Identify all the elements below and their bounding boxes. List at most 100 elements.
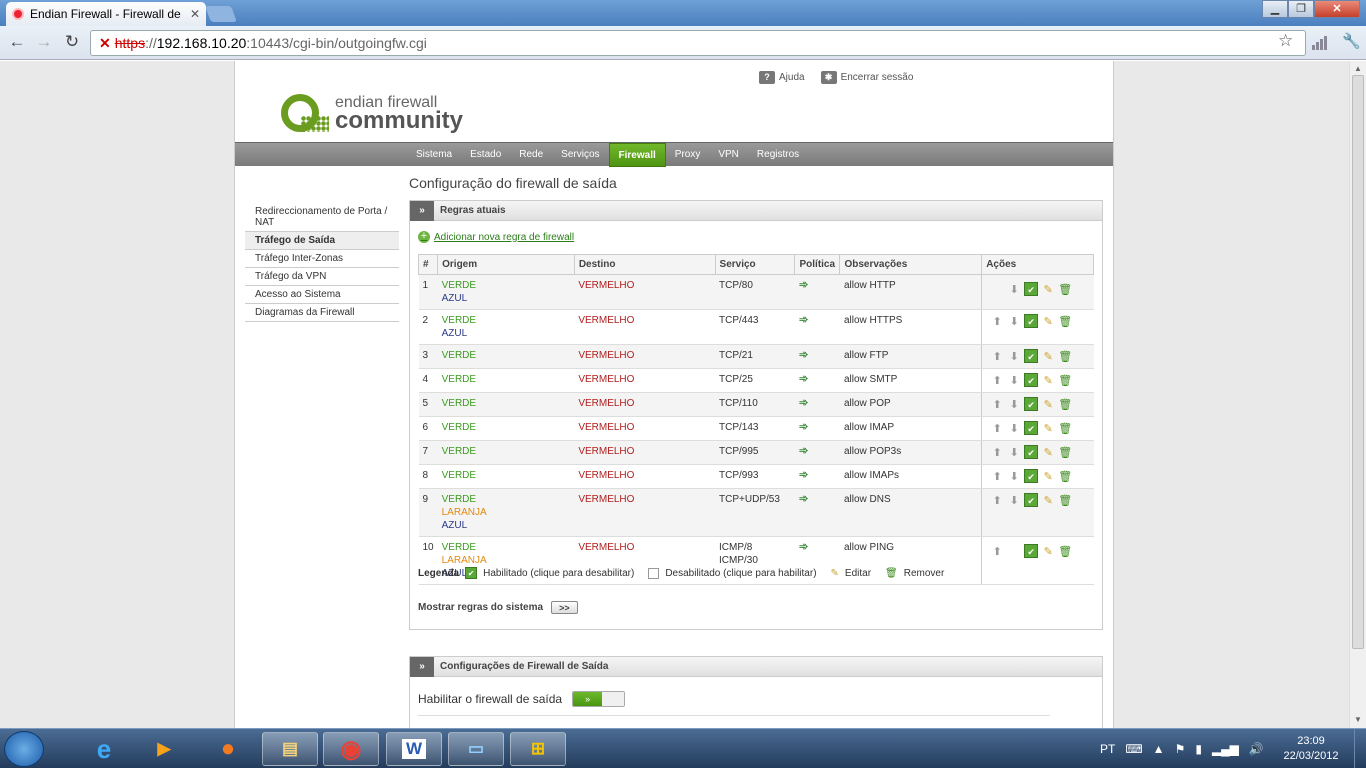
move-up-icon[interactable]: ⬆ — [990, 374, 1004, 388]
sidebar-item[interactable]: Acesso ao Sistema — [245, 286, 399, 304]
sidebar-item[interactable]: Tráfego da VPN — [245, 268, 399, 286]
keyboard-icon[interactable]: ⌨ — [1125, 742, 1142, 756]
edit-pencil-icon[interactable]: ✎ — [1041, 422, 1055, 436]
move-up-icon[interactable]: ⬆ — [990, 446, 1004, 460]
page-action-icon[interactable] — [1312, 36, 1328, 50]
scroll-up-icon[interactable]: ▲ — [1354, 64, 1362, 73]
nav-item-vpn[interactable]: VPN — [709, 143, 748, 166]
enabled-toggle-icon[interactable]: ✔ — [1024, 493, 1039, 507]
move-down-icon[interactable]: ⬇ — [1007, 374, 1021, 388]
chrome-icon[interactable]: ◉ — [323, 732, 379, 766]
trash-icon[interactable]: 🗑 — [1058, 494, 1072, 508]
firefox-icon[interactable]: ● — [200, 732, 256, 766]
trash-icon[interactable]: 🗑 — [1058, 350, 1072, 364]
move-down-icon[interactable] — [1007, 541, 1021, 555]
enabled-toggle-icon[interactable]: ✔ — [1024, 373, 1039, 387]
move-up-icon[interactable]: ⬆ — [990, 545, 1004, 559]
nav-item-rede[interactable]: Rede — [510, 143, 552, 166]
edit-pencil-icon[interactable]: ✎ — [1041, 446, 1055, 460]
trash-icon[interactable]: 🗑 — [1058, 422, 1072, 436]
enabled-toggle-icon[interactable]: ✔ — [1024, 445, 1039, 459]
enabled-toggle-icon[interactable]: ✔ — [1024, 397, 1039, 411]
enabled-toggle-icon[interactable]: ✔ — [1024, 469, 1039, 483]
explorer-folder-icon[interactable]: ▤ — [262, 732, 318, 766]
picture-viewer-icon[interactable]: ▭ — [448, 732, 504, 766]
system-clock[interactable]: 23:09 22/03/2012 — [1272, 734, 1350, 764]
enabled-toggle-icon[interactable]: ✔ — [1024, 314, 1039, 328]
sidebar-item[interactable]: Redireccionamento de Porta / NAT — [245, 203, 399, 232]
enabled-toggle-icon[interactable]: ✔ — [1024, 421, 1039, 435]
maximize-button[interactable]: ❐ — [1288, 0, 1314, 18]
trash-icon[interactable]: 🗑 — [1058, 545, 1072, 559]
reload-icon[interactable]: ↻ — [61, 32, 83, 52]
volume-icon[interactable]: 🔊 — [1249, 742, 1264, 756]
bookmark-star-icon[interactable]: ☆ — [1278, 31, 1293, 51]
nav-item-proxy[interactable]: Proxy — [666, 143, 710, 166]
wrench-menu-icon[interactable]: 🔧 — [1342, 32, 1361, 50]
logout-link[interactable]: ✱ Encerrar sessão — [820, 71, 913, 84]
scrollbar-thumb[interactable] — [1352, 75, 1364, 649]
move-down-icon[interactable]: ⬇ — [1007, 446, 1021, 460]
trash-icon[interactable]: 🗑 — [1058, 446, 1072, 460]
address-bar[interactable]: ✕ https://192.168.10.20:10443/cgi-bin/ou… — [90, 30, 1306, 56]
move-up-icon[interactable]: ⬆ — [990, 494, 1004, 508]
new-tab-button[interactable] — [205, 6, 237, 22]
move-up-icon[interactable]: ⬆ — [990, 422, 1004, 436]
edit-pencil-icon[interactable]: ✎ — [1041, 494, 1055, 508]
move-up-icon[interactable]: ⬆ — [990, 350, 1004, 364]
edit-pencil-icon[interactable]: ✎ — [1041, 374, 1055, 388]
word-icon[interactable]: W — [386, 732, 442, 766]
trash-icon[interactable]: 🗑 — [1058, 398, 1072, 412]
show-desktop-button[interactable] — [1354, 729, 1366, 768]
vertical-scrollbar[interactable]: ▲ ▼ — [1349, 61, 1366, 728]
edit-pencil-icon[interactable]: ✎ — [1041, 470, 1055, 484]
sidebar-item[interactable]: Diagramas da Firewall — [245, 304, 399, 322]
trash-icon[interactable]: 🗑 — [1058, 470, 1072, 484]
edit-pencil-icon[interactable]: ✎ — [1041, 283, 1055, 297]
network-diagram-icon[interactable]: ⊞ — [510, 732, 566, 766]
sidebar-item[interactable]: Tráfego de Saída — [245, 232, 399, 250]
enabled-toggle-icon[interactable]: ✔ — [1024, 544, 1039, 558]
close-tab-icon[interactable]: ✕ — [190, 7, 200, 21]
move-down-icon[interactable]: ⬇ — [1007, 422, 1021, 436]
rules-panel-header[interactable]: » Regras atuais — [410, 200, 1102, 221]
show-hidden-icons-icon[interactable]: ▲ — [1153, 742, 1165, 756]
move-down-icon[interactable]: ⬇ — [1007, 350, 1021, 364]
edit-pencil-icon[interactable]: ✎ — [1041, 398, 1055, 412]
enable-firewall-toggle[interactable]: » — [572, 691, 626, 707]
move-down-icon[interactable]: ⬇ — [1007, 494, 1021, 508]
move-up-icon[interactable] — [990, 279, 1004, 293]
nav-item-firewall[interactable]: Firewall — [608, 143, 666, 167]
nav-item-serviços[interactable]: Serviços — [552, 143, 608, 166]
forward-icon[interactable]: → — [33, 32, 55, 52]
battery-icon[interactable]: ▮ — [1195, 742, 1202, 756]
edit-pencil-icon[interactable]: ✎ — [1041, 545, 1055, 559]
browser-tab[interactable]: Endian Firewall - Firewall de ✕ — [6, 2, 206, 26]
minimize-button[interactable]: ▁ — [1262, 0, 1288, 18]
settings-panel-header[interactable]: » Configurações de Firewall de Saída — [410, 656, 1102, 677]
trash-icon[interactable]: 🗑 — [1058, 315, 1072, 329]
edit-pencil-icon[interactable]: ✎ — [1041, 350, 1055, 364]
media-player-icon[interactable]: ▶ — [136, 732, 192, 766]
action-center-icon[interactable]: ⚑ — [1175, 742, 1186, 756]
sidebar-item[interactable]: Tráfego Inter-Zonas — [245, 250, 399, 268]
enabled-toggle-icon[interactable]: ✔ — [1024, 282, 1039, 296]
show-system-rules-button[interactable]: >> — [551, 601, 578, 614]
trash-icon[interactable]: 🗑 — [1058, 374, 1072, 388]
nav-item-estado[interactable]: Estado — [461, 143, 510, 166]
move-up-icon[interactable]: ⬆ — [990, 470, 1004, 484]
trash-icon[interactable]: 🗑 — [1058, 283, 1072, 297]
start-button[interactable] — [4, 731, 44, 767]
move-down-icon[interactable]: ⬇ — [1007, 470, 1021, 484]
collapse-chevron-icon[interactable]: » — [410, 656, 434, 677]
move-down-icon[interactable]: ⬇ — [1007, 283, 1021, 297]
back-icon[interactable]: ← — [6, 32, 28, 52]
scroll-down-icon[interactable]: ▼ — [1354, 715, 1362, 724]
move-down-icon[interactable]: ⬇ — [1007, 398, 1021, 412]
internet-explorer-icon[interactable]: e — [76, 732, 132, 766]
nav-item-registros[interactable]: Registros — [748, 143, 808, 166]
move-up-icon[interactable]: ⬆ — [990, 315, 1004, 329]
close-window-button[interactable]: ✕ — [1314, 0, 1360, 18]
help-link[interactable]: ? Ajuda — [759, 71, 805, 84]
add-rule-link[interactable]: + Adicionar nova regra de firewall — [418, 231, 574, 243]
